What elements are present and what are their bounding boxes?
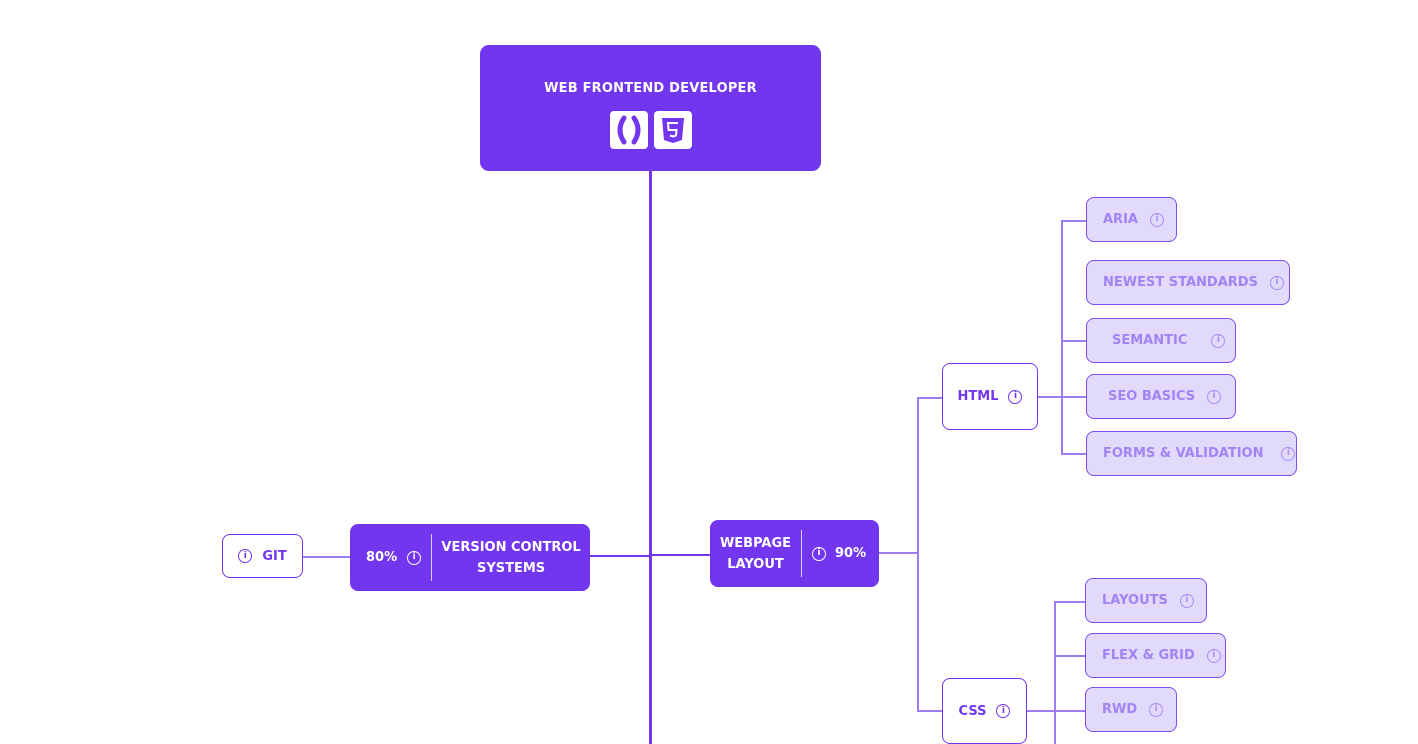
node-webpage-layout[interactable]: WEBPAGE LAYOUT i 90%: [710, 520, 879, 587]
leaf-label: RWD: [1102, 702, 1138, 717]
connector-semantic: [1061, 340, 1086, 342]
divider: [801, 530, 802, 577]
connector-css-out: [1026, 710, 1085, 712]
connector-git: [302, 556, 350, 558]
info-icon[interactable]: i: [1269, 275, 1284, 290]
connector-vcs: [590, 555, 650, 557]
connector-to-html: [917, 397, 943, 399]
connector-html-vertical: [1061, 220, 1063, 454]
layout-label-line2: LAYOUT: [727, 556, 784, 572]
connector-flex: [1054, 655, 1085, 657]
leaf-label: LAYOUTS: [1102, 593, 1168, 608]
trunk-line: [649, 171, 652, 744]
info-icon[interactable]: i: [1206, 648, 1221, 663]
brackets-icon: [609, 111, 648, 149]
leaf-rwd[interactable]: RWD i: [1085, 687, 1177, 732]
leaf-label: SEMANTIC: [1112, 333, 1188, 348]
root-title: WEB FRONTEND DEVELOPER: [544, 81, 757, 96]
node-version-control[interactable]: 80% i VERSION CONTROL SYSTEMS: [350, 524, 590, 591]
root-node[interactable]: WEB FRONTEND DEVELOPER: [480, 45, 821, 171]
leaf-aria[interactable]: ARIA i: [1086, 197, 1177, 242]
info-icon[interactable]: i: [1179, 593, 1194, 608]
leaf-flex-grid[interactable]: FLEX & GRID i: [1085, 633, 1226, 678]
layout-label-line1: WEBPAGE: [719, 535, 792, 551]
info-icon[interactable]: i: [812, 546, 826, 561]
leaf-label: FLEX & GRID: [1102, 648, 1195, 663]
connector-layouts: [1054, 601, 1085, 603]
info-icon[interactable]: i: [238, 549, 253, 563]
info-icon[interactable]: i: [1281, 446, 1296, 461]
vcs-percent: 80%: [366, 550, 398, 565]
info-icon[interactable]: i: [407, 550, 422, 565]
connector-layout-out: [879, 552, 918, 554]
info-icon[interactable]: i: [1211, 333, 1226, 348]
vcs-label-line1: VERSION CONTROL: [441, 539, 581, 555]
node-git[interactable]: i GIT: [222, 534, 303, 578]
info-icon[interactable]: i: [996, 704, 1011, 718]
leaf-label: FORMS & VALIDATION: [1103, 446, 1264, 461]
connector-webpage: [651, 554, 710, 556]
info-icon[interactable]: i: [1008, 389, 1023, 404]
leaf-label: ARIA: [1103, 212, 1138, 227]
vcs-label-line2: SYSTEMS: [476, 560, 546, 576]
leaf-forms-validation[interactable]: FORMS & VALIDATION i: [1086, 431, 1297, 476]
connector-aria: [1061, 220, 1086, 222]
layout-percent: 90%: [835, 546, 867, 561]
html5-icon: [653, 111, 692, 149]
leaf-semantic[interactable]: SEMANTIC i: [1086, 318, 1236, 363]
connector-layout-vertical: [917, 397, 919, 711]
leaf-layouts[interactable]: LAYOUTS i: [1085, 578, 1207, 623]
node-css-label: CSS: [958, 703, 987, 719]
leaf-label: SEO BASICS: [1108, 389, 1196, 404]
info-icon[interactable]: i: [1149, 212, 1164, 227]
node-css[interactable]: CSS i: [942, 678, 1027, 744]
leaf-seo-basics[interactable]: SEO BASICS i: [1086, 374, 1236, 419]
node-html[interactable]: HTML i: [942, 363, 1038, 430]
node-html-label: HTML: [957, 389, 999, 404]
info-icon[interactable]: i: [1207, 389, 1222, 404]
leaf-label: NEWEST STANDARDS: [1103, 275, 1258, 290]
leaf-newest-standards[interactable]: NEWEST STANDARDS i: [1086, 260, 1290, 305]
connector-to-css: [917, 710, 943, 712]
node-git-label: GIT: [262, 548, 287, 564]
connector-forms: [1061, 453, 1086, 455]
info-icon[interactable]: i: [1149, 702, 1164, 717]
connector-css-vertical: [1054, 601, 1056, 744]
